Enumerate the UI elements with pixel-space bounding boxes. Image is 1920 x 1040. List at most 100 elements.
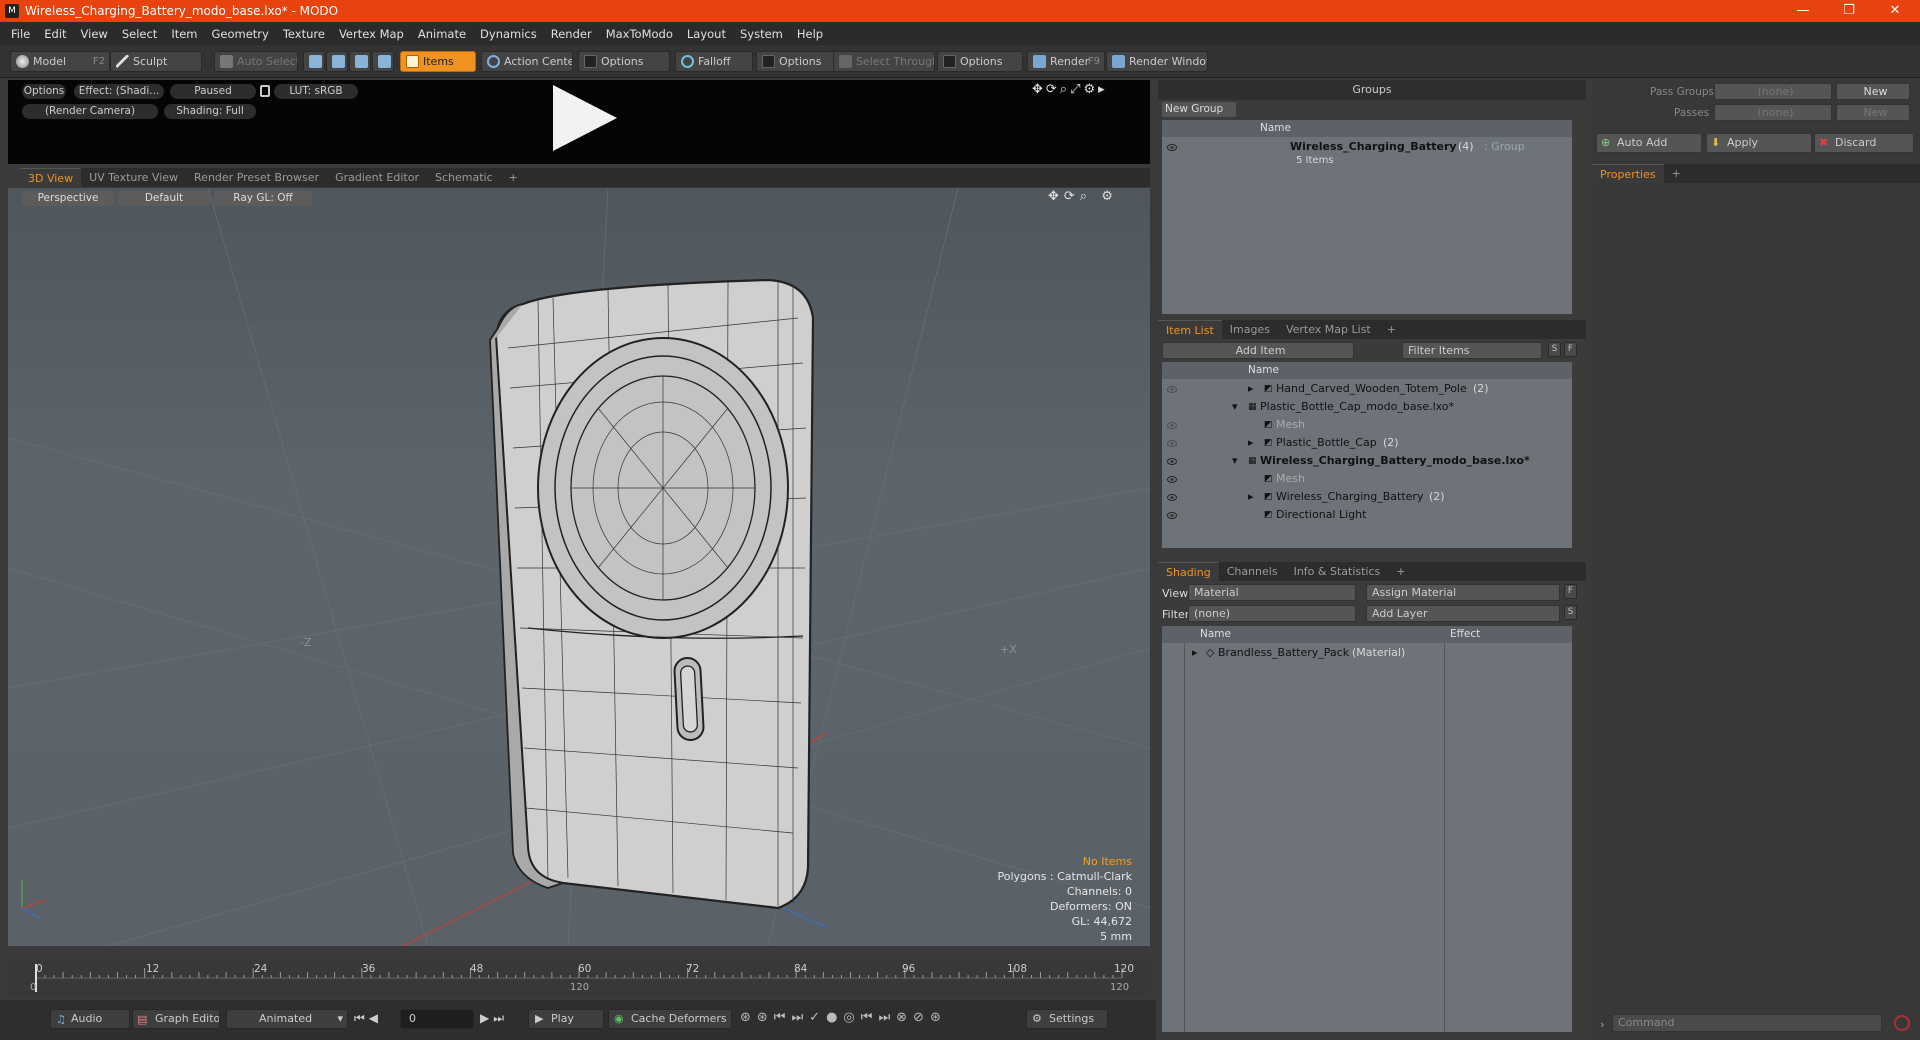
action-center-options-button[interactable]: Options — [578, 51, 670, 72]
tab-schematic[interactable]: Schematic — [427, 168, 501, 187]
command-input[interactable]: Command — [1612, 1014, 1882, 1032]
preview-camera-dropdown[interactable]: (Render Camera) — [22, 104, 158, 119]
tab-vertex-map-list[interactable]: Vertex Map List — [1278, 320, 1379, 339]
model-mode-button[interactable]: Model F2 — [10, 51, 110, 72]
eye-icon[interactable] — [1167, 144, 1177, 151]
preview-lut-dropdown[interactable]: LUT: sRGB — [274, 84, 358, 99]
expand-arrow-icon[interactable]: ▾ — [1232, 398, 1238, 416]
item-row[interactable]: ▸ ◩ Hand_Carved_Wooden_Totem_Pole (2) — [1162, 380, 1572, 398]
add-panel-tab-button[interactable]: + — [1379, 320, 1404, 339]
falloff-options-button[interactable]: Options — [756, 51, 836, 72]
minimize-button[interactable]: — — [1780, 0, 1826, 22]
passes-dropdown[interactable]: (none) — [1714, 104, 1832, 121]
menu-geometry[interactable]: Geometry — [205, 27, 276, 41]
polygon-select-button[interactable] — [349, 51, 371, 72]
filter-items-input[interactable]: Filter Items — [1402, 342, 1542, 359]
expand-arrow-icon[interactable]: ▸ — [1248, 380, 1254, 398]
tab-channels[interactable]: Channels — [1219, 562, 1286, 581]
expand-arrow-icon[interactable]: ▸ — [1192, 644, 1198, 662]
transport-next-buttons[interactable]: ▶⏭ — [480, 1011, 508, 1026]
close-button[interactable]: ✕ — [1872, 0, 1918, 22]
item-list-s-button[interactable]: S — [1548, 342, 1561, 357]
menu-animate[interactable]: Animate — [411, 27, 473, 41]
sculpt-mode-button[interactable]: Sculpt — [110, 51, 202, 72]
tab-shading[interactable]: Shading — [1158, 562, 1219, 581]
menu-view[interactable]: View — [74, 27, 115, 41]
expand-arrow-icon[interactable]: ▸ — [1248, 434, 1254, 452]
apply-button[interactable]: ⬇ Apply — [1706, 133, 1812, 153]
material-select-button[interactable] — [372, 51, 394, 72]
play-button[interactable]: ▶ Play — [528, 1009, 604, 1029]
menu-texture[interactable]: Texture — [276, 27, 332, 41]
settings-button[interactable]: ⚙ Settings — [1026, 1009, 1108, 1029]
eye-icon[interactable] — [1167, 476, 1177, 483]
play-icon[interactable] — [553, 85, 617, 151]
new-group-button[interactable]: New Group — [1162, 102, 1236, 117]
menu-file[interactable]: File — [4, 27, 37, 41]
shading-f-button[interactable]: F — [1564, 584, 1577, 599]
menu-help[interactable]: Help — [790, 27, 830, 41]
item-row[interactable]: ◩ Mesh — [1162, 470, 1572, 488]
add-layer-dropdown[interactable]: Add Layer — [1366, 605, 1560, 622]
tab-uv-texture-view[interactable]: UV Texture View — [81, 168, 186, 187]
preview-nav-icons[interactable]: ✥⟳⌕⤢⚙▸ — [1032, 82, 1108, 97]
3d-viewport[interactable]: -Z +X No Items Polygons : Catmull-Clark … — [8, 188, 1150, 946]
lock-icon[interactable] — [260, 85, 270, 97]
view-dropdown[interactable]: Material — [1188, 584, 1356, 601]
tab-images[interactable]: Images — [1222, 320, 1278, 339]
auto-add-button[interactable]: ⊕ Auto Add — [1596, 133, 1702, 153]
projection-dropdown[interactable]: Perspective — [22, 191, 114, 206]
select-through-options-button[interactable]: Options — [937, 51, 1023, 72]
menu-layout[interactable]: Layout — [680, 27, 733, 41]
edge-select-button[interactable] — [326, 51, 348, 72]
menu-maxtomodo[interactable]: MaxToModo — [599, 27, 680, 41]
menu-render[interactable]: Render — [544, 27, 599, 41]
render-preview[interactable]: Options Effect: (Shadi... Paused LUT: sR… — [8, 80, 1150, 164]
menu-vertex-map[interactable]: Vertex Map — [332, 27, 411, 41]
add-item-dropdown[interactable]: Add Item — [1162, 342, 1354, 359]
timeline[interactable]: 0 12 24 36 48 60 72 84 96 108 120 0 120 … — [8, 960, 1150, 996]
preview-shading-dropdown[interactable]: Shading: Full — [164, 104, 256, 119]
menu-system[interactable]: System — [733, 27, 790, 41]
auto-select-button[interactable]: Auto Select — [214, 51, 298, 72]
stop-record-icon[interactable] — [1894, 1015, 1910, 1031]
falloff-button[interactable]: Falloff — [675, 51, 753, 72]
preview-paused-button[interactable]: Paused — [170, 84, 256, 99]
preview-options-button[interactable]: Options — [22, 84, 66, 99]
menu-select[interactable]: Select — [115, 27, 164, 41]
tab-render-preset-browser[interactable]: Render Preset Browser — [186, 168, 327, 187]
graph-editor-button[interactable]: ▤ Graph Editor — [132, 1009, 220, 1029]
style-dropdown[interactable]: Default — [118, 191, 210, 206]
add-properties-tab-button[interactable]: + — [1664, 164, 1689, 183]
viewport-nav-icons[interactable]: ✥⟳⌕ ⚙ — [1048, 189, 1118, 204]
item-row[interactable]: ▸ ◩ Wireless_Charging_Battery (2) — [1162, 488, 1572, 506]
item-row[interactable]: ◩ Mesh — [1162, 416, 1572, 434]
eye-icon[interactable] — [1167, 494, 1177, 501]
items-mode-button[interactable]: Items — [400, 51, 476, 72]
new-pass-group-button[interactable]: New — [1836, 83, 1910, 100]
eye-icon[interactable] — [1167, 512, 1177, 519]
eye-icon[interactable] — [1167, 458, 1177, 465]
item-row[interactable]: ▾ ▦ Plastic_Bottle_Cap_modo_base.lxo* — [1162, 398, 1572, 416]
item-row[interactable]: ◩ Directional Light — [1162, 506, 1572, 524]
audio-button[interactable]: ♫ Audio — [50, 1009, 130, 1029]
eye-icon[interactable] — [1167, 386, 1177, 393]
menu-edit[interactable]: Edit — [37, 27, 73, 41]
item-row[interactable]: ▾ ▦ Wireless_Charging_Battery_modo_base.lx… — [1162, 452, 1572, 470]
tab-gradient-editor[interactable]: Gradient Editor — [327, 168, 427, 187]
action-center-button[interactable]: Action Center — [481, 51, 573, 72]
discard-button[interactable]: ✖ Discard — [1814, 133, 1914, 153]
render-window-button[interactable]: Render Window — [1106, 51, 1208, 72]
tab-properties[interactable]: Properties — [1592, 164, 1664, 183]
eye-icon[interactable] — [1167, 422, 1177, 429]
filter-dropdown[interactable]: (none) — [1188, 605, 1356, 622]
animated-dropdown[interactable]: Animated ▾ — [226, 1009, 348, 1029]
item-list-f-button[interactable]: F — [1564, 342, 1577, 357]
add-tab-button[interactable]: + — [501, 168, 526, 187]
tab-item-list[interactable]: Item List — [1158, 320, 1222, 339]
menu-dynamics[interactable]: Dynamics — [473, 27, 544, 41]
maximize-button[interactable]: ❐ — [1826, 0, 1872, 22]
add-shading-tab-button[interactable]: + — [1388, 562, 1413, 581]
menu-item[interactable]: Item — [164, 27, 204, 41]
shading-s-button[interactable]: S — [1564, 605, 1577, 620]
